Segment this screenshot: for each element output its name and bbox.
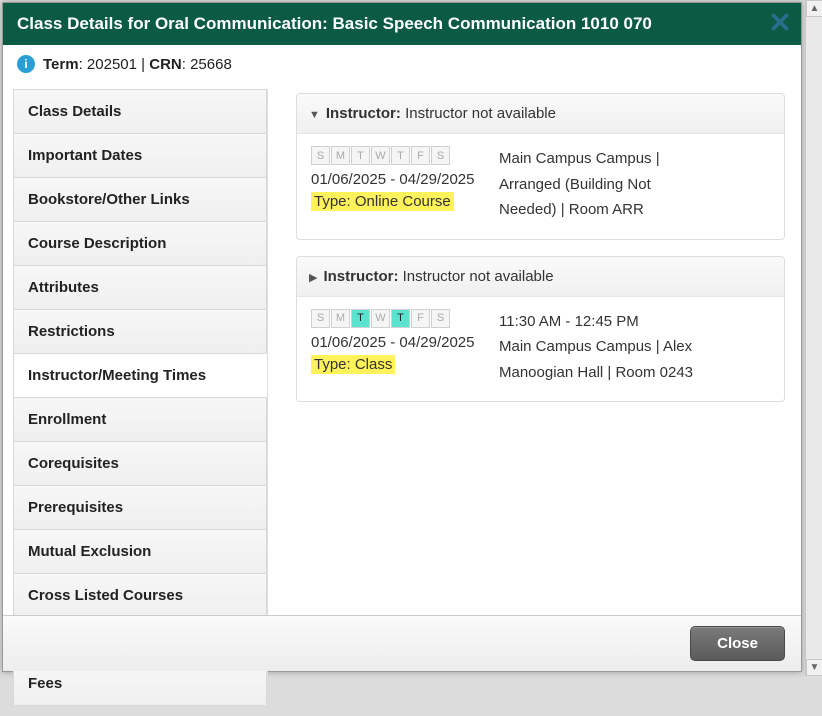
sidebar-item-corequisites[interactable]: Corequisites <box>13 441 267 485</box>
day-cell: M <box>331 309 350 328</box>
close-button[interactable]: Close <box>690 626 785 661</box>
instructor-label: Instructor: <box>323 268 398 285</box>
instructor-label: Instructor: <box>326 105 401 122</box>
meeting-block: ▼Instructor: Instructor not availableSMT… <box>296 93 785 240</box>
sidebar-item-instructor-meeting-times[interactable]: Instructor/Meeting Times <box>13 353 267 397</box>
sidebar-item-mutual-exclusion[interactable]: Mutual Exclusion <box>13 529 267 573</box>
date-range: 01/06/2025 - 04/29/2025 <box>311 334 481 351</box>
location-line: Main Campus Campus | <box>499 146 660 172</box>
day-cell: T <box>391 309 410 328</box>
sidebar-item-cross-listed-courses[interactable]: Cross Listed Courses <box>13 573 267 617</box>
day-cell: T <box>351 309 370 328</box>
meeting-block: ▶Instructor: Instructor not availableSMT… <box>296 256 785 403</box>
meeting-left-col: SMTWTFS01/06/2025 - 04/29/2025Type: Clas… <box>311 309 481 386</box>
day-cell: W <box>371 309 390 328</box>
date-range: 01/06/2025 - 04/29/2025 <box>311 171 481 188</box>
scroll-down-arrow-icon[interactable]: ▼ <box>806 659 822 676</box>
day-cell: T <box>351 146 370 165</box>
sidebar-item-restrictions[interactable]: Restrictions <box>13 309 267 353</box>
chevron-down-icon: ▼ <box>309 109 320 121</box>
instructor-value: Instructor not available <box>403 268 554 285</box>
chevron-right-icon: ▶ <box>309 271 317 284</box>
sidebar-item-important-dates[interactable]: Important Dates <box>13 133 267 177</box>
sidebar-nav: Class DetailsImportant DatesBookstore/Ot… <box>13 89 268 706</box>
day-cell: F <box>411 309 430 328</box>
modal-titlebar: Class Details for Oral Communication: Ba… <box>3 3 801 45</box>
sidebar-item-prerequisites[interactable]: Prerequisites <box>13 485 267 529</box>
sidebar-item-enrollment[interactable]: Enrollment <box>13 397 267 441</box>
meeting-body: SMTWTFS01/06/2025 - 04/29/2025Type: Clas… <box>297 297 784 402</box>
sidebar-item-course-description[interactable]: Course Description <box>13 221 267 265</box>
meeting-header[interactable]: ▶ Instructor: Instructor not available <box>297 257 784 297</box>
location-line: Arranged (Building Not <box>499 172 660 198</box>
meeting-body: SMTWTFS01/06/2025 - 04/29/2025Type: Onli… <box>297 134 784 239</box>
day-cell: S <box>311 309 330 328</box>
scroll-up-arrow-icon[interactable]: ▲ <box>806 0 822 17</box>
sidebar-item-attributes[interactable]: Attributes <box>13 265 267 309</box>
modal-footer: Close <box>3 615 801 671</box>
sidebar-item-bookstore-other-links[interactable]: Bookstore/Other Links <box>13 177 267 221</box>
day-cell: M <box>331 146 350 165</box>
meeting-header[interactable]: ▼ Instructor: Instructor not available <box>297 94 784 134</box>
class-details-modal: Class Details for Oral Communication: Ba… <box>2 2 802 672</box>
term-crn-bar: i Term: 202501 | CRN: 25668 <box>3 45 801 79</box>
sidebar-item-class-details[interactable]: Class Details <box>13 89 267 133</box>
term-crn-text: Term: 202501 | CRN: 25668 <box>43 56 232 73</box>
day-cell: T <box>391 146 410 165</box>
meeting-times-content: ▼Instructor: Instructor not availableSMT… <box>296 89 791 706</box>
page-scrollbar[interactable]: ▲ ▼ <box>805 0 822 676</box>
day-cell: W <box>371 146 390 165</box>
instructor-value: Instructor not available <box>405 105 556 122</box>
close-icon[interactable] <box>769 11 791 38</box>
meeting-location: 11:30 AM - 12:45 PMMain Campus Campus | … <box>499 309 693 386</box>
location-line: 11:30 AM - 12:45 PM <box>499 309 693 335</box>
location-line: Manoogian Hall | Room 0243 <box>499 360 693 386</box>
meeting-left-col: SMTWTFS01/06/2025 - 04/29/2025Type: Onli… <box>311 146 481 223</box>
day-cell: S <box>311 146 330 165</box>
modal-title: Class Details for Oral Communication: Ba… <box>17 14 652 33</box>
day-cell: S <box>431 146 450 165</box>
day-cell: S <box>431 309 450 328</box>
meeting-location: Main Campus Campus |Arranged (Building N… <box>499 146 660 223</box>
info-icon: i <box>17 55 35 73</box>
day-cell: F <box>411 146 430 165</box>
location-line: Needed) | Room ARR <box>499 197 660 223</box>
meeting-type: Type: Class <box>311 355 395 374</box>
days-of-week: SMTWTFS <box>311 309 481 328</box>
meeting-type: Type: Online Course <box>311 192 454 211</box>
days-of-week: SMTWTFS <box>311 146 481 165</box>
location-line: Main Campus Campus | Alex <box>499 334 693 360</box>
